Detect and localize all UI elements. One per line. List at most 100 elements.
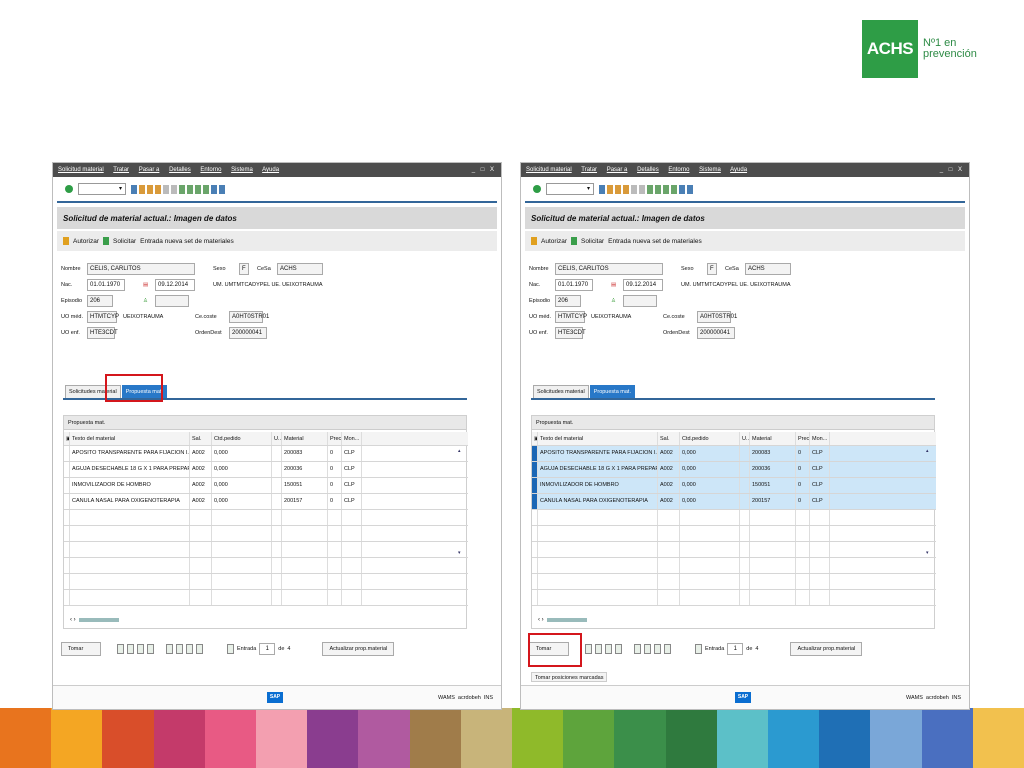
menu-item-detalles[interactable]: Detalles xyxy=(169,167,191,173)
print-icon[interactable] xyxy=(631,184,637,194)
first-page-icon[interactable] xyxy=(179,184,185,194)
table-row[interactable] xyxy=(64,558,468,574)
menu-item-ayuda[interactable]: Ayuda xyxy=(262,167,279,173)
sum-icon[interactable] xyxy=(615,644,622,654)
find-icon[interactable] xyxy=(171,184,177,194)
calendar-icon[interactable]: ▤ xyxy=(611,282,623,288)
menu-item-detalles[interactable]: Detalles xyxy=(637,167,659,173)
entrada-nueva-button[interactable]: Entrada nueva set de materiales xyxy=(140,238,234,245)
last-icon[interactable] xyxy=(196,644,203,654)
save-icon[interactable] xyxy=(131,184,137,194)
solicitar-icon[interactable] xyxy=(571,237,578,245)
table-row[interactable]: INMOVILIZADOR DE HOMBRO A002 0,000 150051 0 C… xyxy=(64,478,468,494)
filter-icon[interactable] xyxy=(605,644,612,654)
next-page-icon[interactable] xyxy=(663,184,669,194)
table-row[interactable] xyxy=(64,590,468,606)
table-row[interactable]: AGUJA DESECHABLE 18 G X 1 PARA PREPARACI… xyxy=(532,462,936,478)
uo-enf-field[interactable]: HTE3CDT xyxy=(87,327,118,339)
table-row[interactable]: AGUJA DESECHABLE 18 G X 1 PARA PREPARACI… xyxy=(64,462,468,478)
table-row[interactable] xyxy=(532,542,936,558)
sort-desc-icon[interactable] xyxy=(595,644,602,654)
scroll-left-icon[interactable]: ‹ › xyxy=(538,617,544,623)
prev-page-icon[interactable] xyxy=(655,184,661,194)
next-icon[interactable] xyxy=(186,644,193,654)
col-precio[interactable]: Precio xyxy=(328,432,342,445)
col-mon[interactable]: Mon... xyxy=(342,432,362,445)
table-row[interactable] xyxy=(532,590,936,606)
tab-propuesta-mat[interactable]: Propuesta mat. xyxy=(589,385,635,399)
entrada-field[interactable]: 1 xyxy=(727,643,744,655)
col-ctd[interactable]: Ctd.pedido xyxy=(212,432,272,445)
window-controls[interactable]: _ □ X xyxy=(940,167,964,173)
insert-mode[interactable]: INS xyxy=(952,695,961,701)
uo-med-field[interactable]: HTMTCYP xyxy=(87,311,119,323)
table-row[interactable] xyxy=(64,510,468,526)
scroll-thumb[interactable] xyxy=(546,618,587,622)
fecha-field[interactable]: 09.12.2014 xyxy=(155,279,195,291)
scroll-thumb[interactable] xyxy=(78,618,119,622)
cancel-icon[interactable] xyxy=(623,184,629,194)
prev-icon[interactable] xyxy=(176,644,183,654)
entrada-field[interactable]: 1 xyxy=(259,643,276,655)
first-icon[interactable] xyxy=(634,644,641,654)
patient-icon[interactable]: ♙ xyxy=(611,298,623,304)
menu-item-tratar[interactable]: Tratar xyxy=(581,167,597,173)
back-icon[interactable] xyxy=(139,184,145,194)
first-page-icon[interactable] xyxy=(647,184,653,194)
table-row[interactable]: INMOVILIZADOR DE HOMBRO A002 0,000 150051 0 C… xyxy=(532,478,936,494)
autorizar-icon[interactable] xyxy=(531,237,537,245)
horizontal-scrollbar[interactable]: ‹ › xyxy=(70,616,464,624)
episodio-field[interactable]: 206 xyxy=(87,295,113,307)
entrada-icon[interactable] xyxy=(695,644,702,654)
table-row[interactable]: CANULA NASAL PARA OXIGENOTERAPIA A002 0,00… xyxy=(64,494,468,510)
uo-enf-field[interactable]: HTE3CDT xyxy=(555,327,586,339)
uo-med-field[interactable]: HTMTCYP xyxy=(555,311,587,323)
save-icon[interactable] xyxy=(599,184,605,194)
col-u[interactable]: U... xyxy=(272,432,282,445)
menu-item-sistema[interactable]: Sistema xyxy=(231,167,253,173)
col-ctd[interactable]: Ctd.pedido xyxy=(680,432,740,445)
sexo-field[interactable]: F xyxy=(239,263,249,275)
ce-coste-field[interactable]: A0HT0STR01 xyxy=(697,311,737,323)
print-icon[interactable] xyxy=(163,184,169,194)
solicitar-icon[interactable] xyxy=(103,237,110,245)
table-row[interactable]: CANULA NASAL PARA OXIGENOTERAPIA A002 0,00… xyxy=(532,494,936,510)
cesta-field[interactable]: ACHS xyxy=(277,263,323,275)
col-precio[interactable]: Precio xyxy=(796,432,810,445)
back-icon[interactable] xyxy=(607,184,613,194)
table-row[interactable]: APOSITO TRANSPARENTE PARA FIJACION I.V. A… xyxy=(64,446,468,462)
cancel-icon[interactable] xyxy=(155,184,161,194)
orden-field[interactable]: 200000041 xyxy=(697,327,735,339)
table-row[interactable] xyxy=(532,574,936,590)
autorizar-button[interactable]: Autorizar xyxy=(541,238,567,245)
menu-item-pasar[interactable]: Pasar a xyxy=(607,167,628,173)
sort-desc-icon[interactable] xyxy=(127,644,134,654)
actualizar-button[interactable]: Actualizar prop.material xyxy=(322,642,395,656)
window-controls[interactable]: _ □ X xyxy=(472,167,496,173)
col-mon[interactable]: Mon... xyxy=(810,432,830,445)
menu-item-ayuda[interactable]: Ayuda xyxy=(730,167,747,173)
exit-icon[interactable] xyxy=(615,184,621,194)
command-field[interactable]: ▾ xyxy=(546,183,594,195)
solicitar-button[interactable]: Solicitar xyxy=(113,238,136,245)
episodio-field[interactable]: 206 xyxy=(555,295,581,307)
exit-icon[interactable] xyxy=(147,184,153,194)
col-texto[interactable]: Texto del material xyxy=(70,432,190,445)
command-field[interactable]: ▾ xyxy=(78,183,126,195)
insert-mode[interactable]: INS xyxy=(484,695,493,701)
col-material[interactable]: Material xyxy=(750,432,796,445)
menu-item-entorno[interactable]: Entorno xyxy=(668,167,689,173)
vertical-scrollbar[interactable]: ▴ ▾ xyxy=(926,448,932,608)
col-u[interactable]: U... xyxy=(740,432,750,445)
fecha-field[interactable]: 09.12.2014 xyxy=(623,279,663,291)
last-page-icon[interactable] xyxy=(671,184,677,194)
nac-field[interactable]: 01.01.1970 xyxy=(555,279,593,291)
next-page-icon[interactable] xyxy=(195,184,201,194)
next-icon[interactable] xyxy=(654,644,661,654)
sort-asc-icon[interactable] xyxy=(117,644,124,654)
new-session-icon[interactable] xyxy=(211,184,217,194)
menu-item-tratar[interactable]: Tratar xyxy=(113,167,129,173)
table-row[interactable]: APOSITO TRANSPARENTE PARA FIJACION I.V. A… xyxy=(532,446,936,462)
entrada-nueva-button[interactable]: Entrada nueva set de materiales xyxy=(608,238,702,245)
nombre-field[interactable]: CELIS, CARLITOS xyxy=(87,263,195,275)
